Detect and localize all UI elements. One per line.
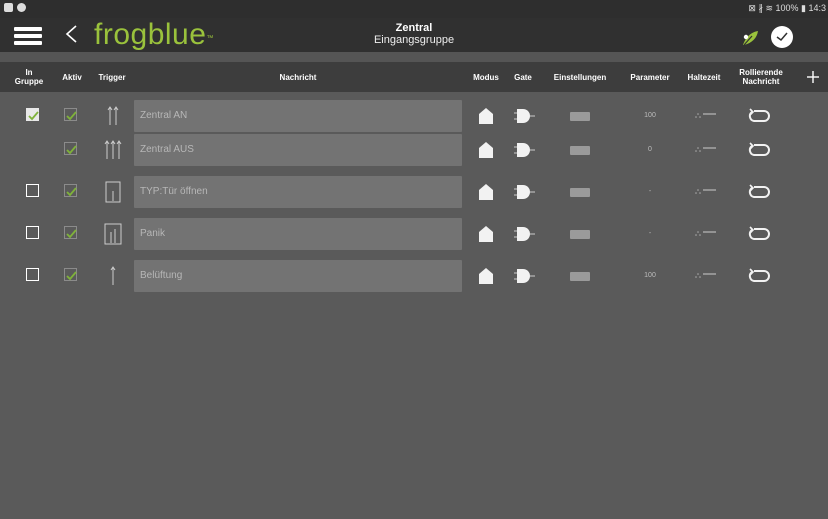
header-spacer xyxy=(0,52,828,62)
hold-time-icon[interactable] xyxy=(694,143,718,155)
in-gruppe-checkbox[interactable] xyxy=(26,268,39,281)
clock-icon[interactable] xyxy=(770,25,794,49)
settings-icon[interactable] xyxy=(570,112,590,121)
settings-icon[interactable] xyxy=(570,146,590,155)
parameter-value[interactable]: - xyxy=(620,176,680,208)
and-gate-icon[interactable] xyxy=(514,141,536,159)
status-icons-left xyxy=(4,3,26,12)
col-haltezeit: Haltezeit xyxy=(687,72,721,82)
and-gate-icon[interactable] xyxy=(514,183,536,201)
message-field[interactable]: Zentral AN xyxy=(134,100,462,132)
parameter-value[interactable]: 0 xyxy=(620,134,680,166)
col-in-gruppe: In Gruppe xyxy=(14,68,44,86)
message-field[interactable]: Panik xyxy=(134,218,462,250)
parameter-value[interactable]: 100 xyxy=(620,260,680,292)
hold-time-icon[interactable] xyxy=(694,269,718,281)
parameter-value[interactable]: - xyxy=(620,218,680,250)
rolling-message-icon[interactable] xyxy=(747,141,771,159)
aktiv-checkbox[interactable] xyxy=(64,268,77,281)
col-modus: Modus xyxy=(473,72,499,82)
house-mode-icon[interactable] xyxy=(478,107,494,125)
frog-leaf-icon[interactable] xyxy=(740,28,760,48)
message-row[interactable]: Zentral AN 100 xyxy=(0,100,828,132)
house-mode-icon[interactable] xyxy=(478,267,494,285)
aktiv-checkbox[interactable] xyxy=(64,108,77,121)
aktiv-checkbox[interactable] xyxy=(64,226,77,239)
settings-icon[interactable] xyxy=(570,188,590,197)
add-icon[interactable] xyxy=(806,70,820,84)
message-field[interactable]: Zentral AUS xyxy=(134,134,462,166)
message-row[interactable]: TYP:Tür öffnen - xyxy=(0,176,828,208)
col-aktiv: Aktiv xyxy=(62,72,82,82)
trigger-double-up-icon[interactable] xyxy=(102,103,124,127)
col-einstellungen: Einstellungen xyxy=(553,72,607,82)
page-subtitle: Eingangsgruppe xyxy=(373,34,455,46)
trigger-single-up-icon[interactable] xyxy=(102,263,124,287)
parameter-value[interactable]: 100 xyxy=(620,100,680,132)
house-mode-icon[interactable] xyxy=(478,225,494,243)
aktiv-checkbox[interactable] xyxy=(64,142,77,155)
hold-time-icon[interactable] xyxy=(694,227,718,239)
in-gruppe-checkbox[interactable] xyxy=(26,108,39,121)
and-gate-icon[interactable] xyxy=(514,107,536,125)
trigger-triple-up-icon[interactable] xyxy=(102,137,124,161)
rolling-message-icon[interactable] xyxy=(747,267,771,285)
in-gruppe-checkbox[interactable] xyxy=(26,226,39,239)
hold-time-icon[interactable] xyxy=(694,185,718,197)
sim-icon xyxy=(4,3,13,12)
message-row[interactable]: Belüftung 100 xyxy=(0,260,828,292)
and-gate-icon[interactable] xyxy=(514,267,536,285)
col-parameter: Parameter xyxy=(630,72,670,82)
rolling-message-icon[interactable] xyxy=(747,183,771,201)
col-nachricht: Nachricht xyxy=(279,72,317,82)
house-mode-icon[interactable] xyxy=(478,141,494,159)
message-row[interactable]: Panik - xyxy=(0,218,828,250)
page-title-block: Zentral Eingangsgruppe xyxy=(0,22,828,47)
message-field[interactable]: TYP:Tür öffnen xyxy=(134,176,462,208)
status-bar: ⊠ ∦ ≋ 100% ▮ 14:3 xyxy=(0,0,828,18)
column-header-bar: In Gruppe Aktiv Trigger Nachricht Modus … xyxy=(0,62,828,92)
settings-icon[interactable] xyxy=(570,272,590,281)
page-title: Zentral xyxy=(395,22,433,34)
rolling-message-icon[interactable] xyxy=(747,225,771,243)
status-right: ⊠ ∦ ≋ 100% ▮ 14:3 xyxy=(748,3,826,13)
in-gruppe-checkbox[interactable] xyxy=(26,184,39,197)
message-field[interactable]: Belüftung xyxy=(134,260,462,292)
notification-icon xyxy=(17,3,26,12)
col-rollierende: Rollierende Nachricht xyxy=(739,68,783,86)
settings-icon[interactable] xyxy=(570,230,590,239)
rolling-message-icon[interactable] xyxy=(747,107,771,125)
and-gate-icon[interactable] xyxy=(514,225,536,243)
aktiv-checkbox[interactable] xyxy=(64,184,77,197)
message-row[interactable]: Zentral AUS 0 xyxy=(0,134,828,166)
trigger-door-single-icon[interactable] xyxy=(102,179,124,203)
col-trigger: Trigger xyxy=(98,72,126,82)
trigger-door-double-icon[interactable] xyxy=(102,221,124,245)
hold-time-icon[interactable] xyxy=(694,109,718,121)
col-gate: Gate xyxy=(514,72,532,82)
app-header: frogblue™ Zentral Eingangsgruppe xyxy=(0,18,828,52)
house-mode-icon[interactable] xyxy=(478,183,494,201)
